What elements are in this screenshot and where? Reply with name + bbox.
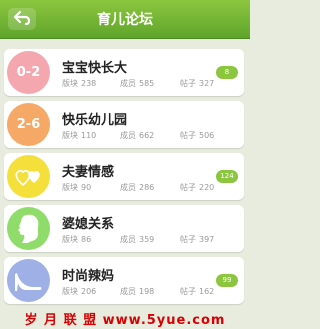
forum-card[interactable]: 时尚辣妈 版块 206 成员 198 帖子 162 99 <box>4 257 244 304</box>
forum-card[interactable]: 夫妻情感 版块 90 成员 286 帖子 220 124 <box>4 153 244 200</box>
stat-boards: 版块 110 <box>62 131 97 140</box>
woman-profile-icon <box>7 207 50 250</box>
age-range-label: 0-2 <box>16 65 41 80</box>
stat-members: 成员 585 <box>120 79 155 88</box>
stat-posts: 帖子 162 <box>180 287 215 296</box>
header-bar: 育儿论坛 <box>0 0 250 39</box>
stat-members: 成员 286 <box>120 183 155 192</box>
stat-boards: 版块 90 <box>62 183 92 192</box>
forum-card[interactable]: 0-2 宝宝快长大 版块 238 成员 585 帖子 327 8 <box>4 49 244 96</box>
stat-boards: 版块 206 <box>62 287 97 296</box>
forum-name: 快乐幼儿园 <box>62 113 128 128</box>
unread-count-badge: 124 <box>216 170 238 183</box>
forum-name: 夫妻情感 <box>62 165 115 180</box>
bubble-0-2-icon: 0-2 <box>7 51 50 94</box>
bubble-2-6-icon: 2-6 <box>7 103 50 146</box>
hearts-icon <box>7 155 50 198</box>
page-title: 育儿论坛 <box>97 12 153 28</box>
watermark: 岁 月 联 盟 www.5yue.com <box>24 312 226 328</box>
stat-members: 成员 662 <box>120 131 155 140</box>
unread-count-badge: 99 <box>216 274 238 287</box>
stat-posts: 帖子 397 <box>180 235 215 244</box>
stat-posts: 帖子 327 <box>180 79 215 88</box>
forum-name: 婆媳关系 <box>62 217 115 232</box>
stat-boards: 版块 86 <box>62 235 92 244</box>
stat-posts: 帖子 506 <box>180 131 215 140</box>
high-heel-icon <box>7 259 50 302</box>
forum-name: 宝宝快长大 <box>62 61 128 76</box>
stat-posts: 帖子 220 <box>180 183 215 192</box>
forum-card[interactable]: 婆媳关系 版块 86 成员 359 帖子 397 <box>4 205 244 252</box>
forum-card[interactable]: 2-6 快乐幼儿园 版块 110 成员 662 帖子 506 <box>4 101 244 148</box>
stat-boards: 版块 238 <box>62 79 97 88</box>
stat-members: 成员 359 <box>120 235 155 244</box>
stat-members: 成员 198 <box>120 287 155 296</box>
forum-name: 时尚辣妈 <box>62 269 115 284</box>
unread-count-badge: 8 <box>216 66 238 79</box>
age-range-label: 2-6 <box>16 117 41 132</box>
